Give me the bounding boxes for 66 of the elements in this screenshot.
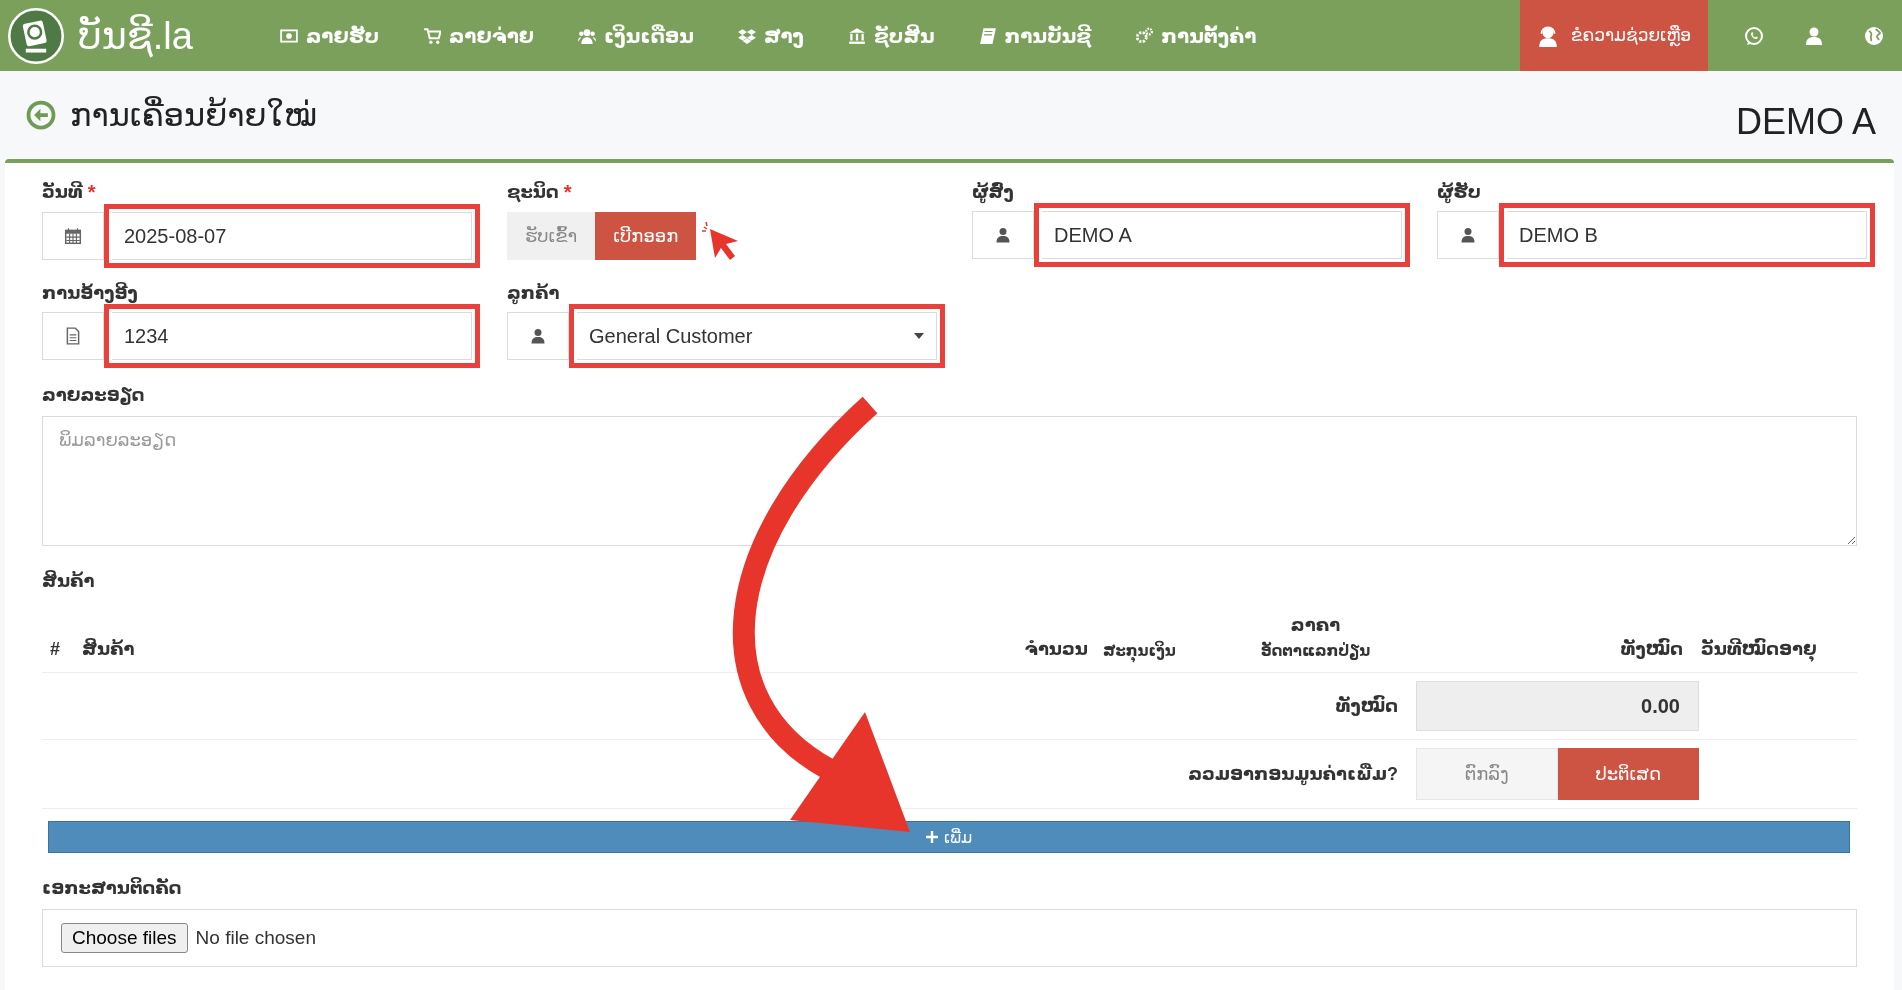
support-agent-icon [1536, 24, 1559, 47]
input-field[interactable]: DEMO B [1507, 211, 1867, 259]
choose-files-button[interactable]: Choose files [61, 923, 188, 953]
company-name: DEMO A [1735, 100, 1876, 143]
field-label: ຜູ້ຮັບ [1437, 181, 1481, 203]
field-label: ຜູ້ສົ່ງ [972, 181, 1014, 203]
nav-menu-item[interactable]: ຊັບສິນ [848, 23, 935, 48]
logo-icon[interactable] [8, 7, 64, 64]
input-field[interactable]: 2025-08-07 [112, 212, 472, 260]
vat-option-button[interactable]: ຕົກລົງ [1416, 748, 1558, 800]
whatsapp-icon[interactable] [1744, 25, 1764, 46]
calendar-icon [64, 227, 82, 245]
caret-icon [914, 333, 924, 339]
column-header: ວັນທີໝົດອາຍຸ [1701, 638, 1817, 660]
vat-label: ລວມອາກອນມູນຄ່າເພີ່ມ? [1188, 763, 1398, 785]
input-field[interactable]: 1234 [112, 312, 472, 360]
user-icon [995, 227, 1011, 243]
file-input[interactable]: Choose files No file chosen [42, 909, 1857, 967]
column-header: ຈຳນວນ [1024, 638, 1088, 660]
total-label: ທັງໝົດ [1335, 695, 1398, 717]
user-icon [530, 328, 546, 344]
column-header: ລາຄາ [1290, 614, 1341, 636]
book-icon [978, 26, 997, 45]
type-toggle-button[interactable]: ຮັບເຂົ້າ [507, 212, 596, 260]
boxes-icon [737, 26, 756, 45]
cart-icon [423, 26, 441, 45]
field-label: ລູກຄ້າ [507, 282, 560, 304]
nav-menu-item[interactable]: ການບັນຊີ [978, 23, 1092, 48]
field-label: ເອກະສານຕິດຄັດ [42, 877, 183, 899]
document-icon [64, 327, 82, 345]
input-field[interactable]: DEMO A [1042, 211, 1402, 259]
money-icon [280, 26, 298, 45]
field-label: ການອ້າງອີງ [42, 282, 138, 304]
user-icon [1460, 227, 1476, 243]
page-title: ການເຄື່ອນຍ້າຍໃໝ່ [70, 96, 317, 134]
back-icon[interactable] [26, 100, 56, 130]
file-status: No file chosen [195, 927, 316, 949]
logo-text[interactable]: ບັນຊີ.la [78, 13, 193, 58]
required-mark: * [563, 181, 572, 204]
field-label: ລາຍລະອຽດ [42, 384, 146, 406]
nav-menu-item[interactable]: ການຕັ້ງຄ່າ [1135, 23, 1257, 48]
required-mark: * [87, 181, 96, 204]
description-field[interactable]: ພິມລາຍລະອຽດ [42, 416, 1857, 546]
bank-icon [848, 26, 866, 45]
type-toggle-button[interactable]: ເບີກອອກ [595, 212, 697, 260]
nav-menu-item[interactable]: ລາຍຈ່າຍ [423, 23, 535, 48]
vat-option-button[interactable]: ປະຕິເສດ [1557, 748, 1699, 800]
gears-icon [1135, 26, 1154, 45]
globe-icon[interactable] [1864, 25, 1884, 46]
nav-menu-item[interactable]: ລາຍຮັບ [280, 23, 379, 48]
column-header: ທັງໝົດ [1620, 638, 1683, 660]
plus-icon [925, 831, 938, 843]
help-button[interactable]: ຂໍຄວາມຊ່ວຍເຫຼືອ [1520, 0, 1708, 71]
nav-menu-item[interactable]: ສາງ [737, 23, 804, 48]
total-amount-field: 0.00 [1416, 681, 1699, 731]
nav-menu-item[interactable]: ເງິນເດືອນ [578, 23, 694, 48]
field-label: ວັນທີ [42, 181, 83, 204]
user-icon[interactable] [1804, 25, 1824, 46]
column-header: ສິນຄ້າ [82, 638, 135, 660]
add-button[interactable]: ເພີ່ມ [48, 821, 1850, 853]
customer-select[interactable]: General Customer [577, 312, 937, 360]
section-label: ສິນຄ້າ [42, 570, 96, 592]
column-subheader: ອັດຕາແລກປ່ຽນ [1260, 642, 1371, 660]
field-label: ຊະນິດ [507, 181, 559, 204]
users-icon [578, 26, 597, 45]
column-header: # [50, 639, 60, 660]
